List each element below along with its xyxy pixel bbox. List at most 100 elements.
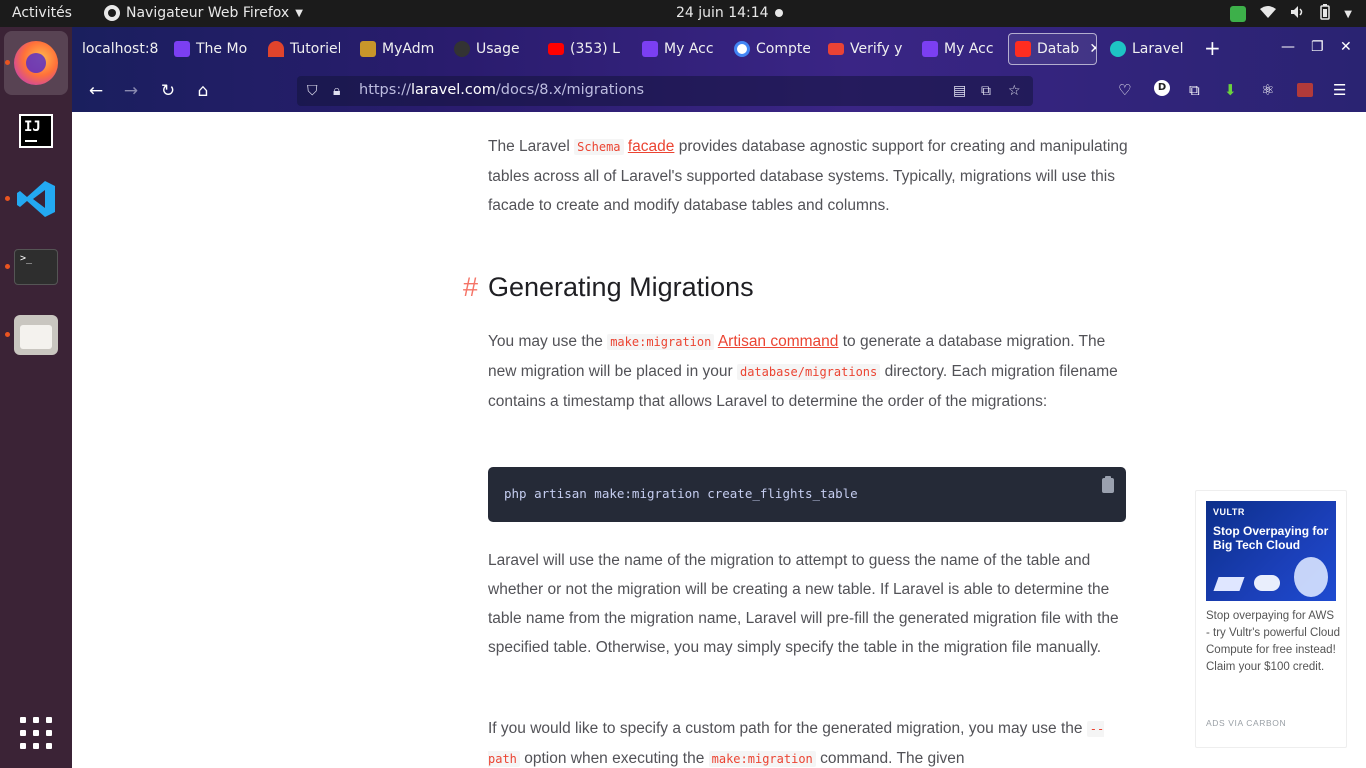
tab-6[interactable]: My Acc (642, 33, 716, 65)
react-devtools-icon[interactable]: ⚛ (1261, 81, 1274, 99)
carbon-ad[interactable]: VULTR Stop Overpaying for Big Tech Cloud… (1195, 490, 1347, 748)
reader-view-icon[interactable]: ▤ (953, 83, 966, 99)
ad-banner-image[interactable]: VULTR Stop Overpaying for Big Tech Cloud (1206, 501, 1336, 601)
text-span: You may use the (488, 333, 608, 350)
ad-brand: VULTR (1213, 507, 1245, 517)
shield-icon[interactable]: ⛉ (307, 83, 318, 99)
new-tab-plus-icon[interactable]: + (1204, 36, 1221, 60)
url-bar[interactable]: ⛉ 🔒︎ https://laravel.com/docs/8.x/migrat… (297, 76, 1033, 106)
tab-close-icon[interactable]: ✕ (1089, 41, 1096, 57)
power-menu-chevron-icon[interactable]: ▼ (1344, 9, 1352, 20)
dock-vscode[interactable] (4, 167, 68, 231)
tab-7[interactable]: Compte (734, 33, 810, 65)
notification-dot-icon (775, 9, 783, 17)
app-menu[interactable]: Navigateur Web Firefox ▼ (104, 5, 303, 21)
inline-code: database/migrations (736, 364, 881, 380)
inline-code: Schema (574, 139, 624, 155)
tab-0[interactable]: localhost:8 (82, 33, 158, 65)
dock-files[interactable] (4, 303, 68, 367)
running-indicator (5, 60, 10, 65)
tab-2[interactable]: Tutoriel (268, 33, 340, 65)
code-block[interactable]: php artisan make:migration create_flight… (488, 467, 1126, 522)
vscode-icon (17, 181, 55, 217)
tab-label: Compte (756, 41, 810, 57)
text-span: If you would like to specify a custom pa… (488, 720, 1087, 737)
extension-d-icon[interactable]: D (1154, 80, 1170, 96)
download-arrow-icon[interactable]: ⬇ (1224, 81, 1237, 99)
running-indicator (5, 332, 10, 337)
tab-4[interactable]: Usage (454, 33, 528, 65)
show-applications-icon[interactable] (20, 717, 52, 749)
youtube-icon (548, 43, 564, 55)
clipboard-copy-icon[interactable] (1102, 476, 1114, 493)
ad-body-text[interactable]: Stop overpaying for AWS - try Vultr's po… (1206, 608, 1341, 676)
tab-label: MyAdm (382, 41, 434, 57)
lock-icon[interactable]: 🔒︎ (333, 83, 340, 99)
tab-11[interactable]: Laravel (1110, 33, 1184, 65)
ads-via-carbon-link[interactable]: ADS VIA CARBON (1206, 718, 1286, 728)
heading-anchor-link[interactable]: # (463, 272, 478, 303)
tab-3[interactable]: MyAdm (360, 33, 434, 65)
dock-intellij[interactable]: IJ (4, 99, 68, 163)
url-path: /docs/8.x/migrations (495, 82, 645, 98)
extension-red-icon[interactable] (1297, 83, 1313, 97)
url-text[interactable]: https://laravel.com/docs/8.x/migrations (359, 82, 644, 98)
bookmark-star-icon[interactable]: ☆ (1008, 83, 1021, 99)
tab-label: My Acc (664, 41, 714, 57)
update-shield-icon[interactable] (1230, 6, 1247, 22)
clock[interactable]: 24 juin 14:14 (676, 5, 769, 21)
battery-icon[interactable] (1320, 4, 1331, 24)
firefox-toolbar-area: localhost:8 The Mo Tutoriel MyAdm Usage … (72, 27, 1366, 112)
tab-5[interactable]: (353) L (548, 33, 624, 65)
github-icon (454, 41, 470, 57)
inline-code: make:migration (708, 751, 816, 767)
forward-arrow-icon[interactable]: → (121, 81, 141, 101)
firefox-icon (14, 41, 58, 85)
system-top-bar: Activités Navigateur Web Firefox ▼ 24 ju… (0, 0, 1366, 27)
pocket-icon[interactable]: ♡ (1118, 81, 1131, 99)
tab-label: Usage (476, 41, 520, 57)
files-icon (14, 315, 58, 355)
tab-label: Tutoriel (290, 41, 340, 57)
dock-terminal[interactable]: >_ (4, 235, 68, 299)
reload-icon[interactable]: ↻ (158, 81, 178, 101)
facade-link[interactable]: facade (628, 138, 675, 155)
extension-translate-icon[interactable]: ⧉ (1189, 81, 1200, 99)
intro-paragraph: The Laravel Schema facade provides datab… (488, 132, 1133, 220)
tab-label: localhost:8 (82, 41, 158, 57)
tab-favicon-icon (922, 41, 938, 57)
tab-1[interactable]: The Mo (174, 33, 250, 65)
text-span: The Laravel (488, 138, 575, 155)
activities-button[interactable]: Activités (12, 5, 72, 21)
ad-decoration (1294, 557, 1328, 597)
minimize-icon[interactable]: — (1281, 39, 1295, 55)
running-indicator (5, 264, 10, 269)
code-block-text[interactable]: php artisan make:migration create_flight… (504, 486, 858, 501)
tab-strip: localhost:8 The Mo Tutoriel MyAdm Usage … (72, 27, 1366, 71)
maximize-icon[interactable]: ❐ (1311, 39, 1324, 55)
tab-9[interactable]: My Acc (922, 33, 996, 65)
text-span: command. The given (815, 750, 965, 767)
artisan-command-link[interactable]: Artisan command (718, 333, 839, 350)
tab-label: Laravel (1132, 41, 1184, 57)
tab-favicon-icon (360, 41, 376, 57)
page-content: The Laravel Schema facade provides datab… (72, 112, 1366, 768)
wifi-icon[interactable] (1260, 5, 1277, 23)
hamburger-menu-icon[interactable]: ☰ (1333, 81, 1346, 99)
section-heading: Generating Migrations (488, 272, 754, 302)
dock-firefox[interactable] (4, 31, 68, 95)
system-tray[interactable]: ▼ (1230, 4, 1352, 24)
firefox-small-icon (104, 5, 120, 21)
back-arrow-icon[interactable]: ← (86, 81, 106, 101)
intellij-icon: IJ (19, 114, 53, 148)
tab-label: (353) L (570, 41, 620, 57)
volume-icon[interactable] (1290, 5, 1306, 23)
translate-icon[interactable]: ⧉ (981, 83, 991, 99)
guess-table-paragraph: Laravel will use the name of the migrati… (488, 552, 1119, 656)
home-icon[interactable]: ⌂ (193, 81, 213, 101)
intellij-icon-label: IJ (24, 119, 41, 135)
tab-8[interactable]: Verify y (828, 33, 902, 65)
close-window-icon[interactable]: ✕ (1340, 39, 1352, 55)
tab-active-database[interactable]: Datab ✕ (1008, 33, 1097, 65)
url-scheme: https:// (359, 82, 411, 98)
